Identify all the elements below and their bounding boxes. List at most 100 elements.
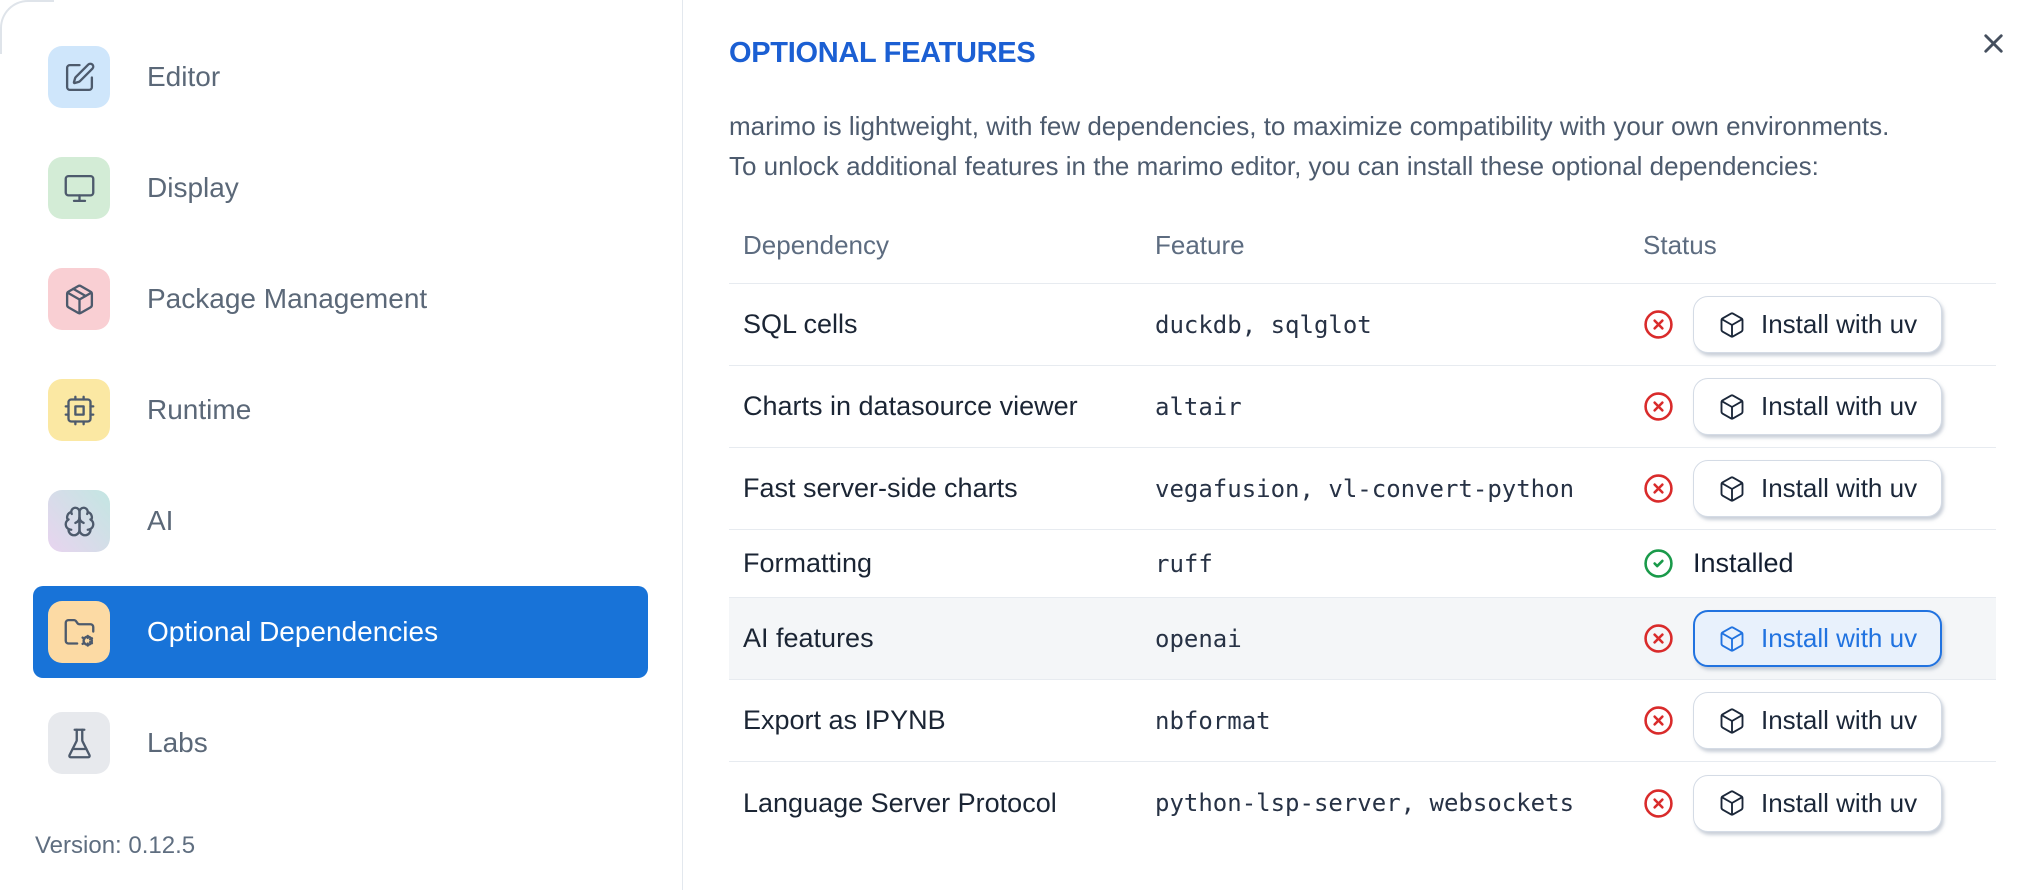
circle-x-icon bbox=[1644, 788, 1673, 818]
install-with-uv-button[interactable]: Install with uv bbox=[1693, 610, 1943, 667]
settings-sidebar: Editor Display Package Management Runtime AI… bbox=[0, 0, 683, 890]
feature-cell: ruff bbox=[1155, 549, 1213, 578]
sidebar-item-label: Editor bbox=[147, 61, 221, 92]
install-with-uv-button[interactable]: Install with uv bbox=[1693, 460, 1943, 517]
installed-label: Installed bbox=[1693, 548, 1794, 578]
install-with-uv-button[interactable]: Install with uv bbox=[1693, 378, 1943, 435]
install-button-label: Install with uv bbox=[1761, 309, 1918, 339]
header-feature: Feature bbox=[1155, 230, 1245, 260]
status-cell: Install with uv bbox=[1639, 610, 1996, 667]
sidebar-item-runtime[interactable]: Runtime bbox=[33, 364, 648, 456]
package-icon bbox=[65, 284, 93, 314]
table-header-row: Dependency Feature Status bbox=[729, 208, 1996, 284]
header-dependency: Dependency bbox=[743, 230, 889, 260]
monitor-icon-box bbox=[48, 157, 110, 219]
circle-x-icon bbox=[1644, 392, 1673, 421]
status-cell: Install with uv bbox=[1639, 378, 1996, 435]
sidebar-item-editor[interactable]: Editor bbox=[33, 31, 648, 123]
feature-cell: vegafusion, vl-convert-python bbox=[1155, 474, 1575, 503]
install-with-uv-button[interactable]: Install with uv bbox=[1693, 774, 1943, 832]
feature-cell: openai bbox=[1155, 624, 1242, 653]
box-icon bbox=[1720, 625, 1744, 652]
install-button-label: Install with uv bbox=[1761, 391, 1918, 421]
sidebar-item-labs[interactable]: Labs bbox=[33, 697, 648, 789]
table-row: Export as IPYNB nbformat Install with uv bbox=[729, 680, 1996, 762]
table-row: AI features openai Install with uv bbox=[729, 598, 1996, 680]
flask-icon bbox=[67, 728, 91, 758]
close-icon bbox=[1983, 34, 2003, 53]
status-cell: Installed bbox=[1639, 548, 1996, 579]
cpu-icon bbox=[64, 395, 94, 425]
install-button-label: Install with uv bbox=[1761, 787, 1918, 818]
flask-icon-box bbox=[48, 712, 110, 774]
sidebar-item-label: Optional Dependencies bbox=[147, 616, 439, 647]
description-line: To unlock additional features in the mar… bbox=[729, 151, 1819, 181]
monitor-icon bbox=[64, 174, 94, 202]
status-cell: Install with uv bbox=[1639, 460, 1996, 517]
square-pen-icon-box bbox=[48, 46, 110, 108]
sidebar-item-label: AI bbox=[147, 505, 174, 536]
sidebar-item-label: Labs bbox=[147, 727, 208, 758]
dependency-cell: Formatting bbox=[743, 548, 873, 578]
feature-cell: duckdb, sqlglot bbox=[1155, 310, 1372, 339]
dependency-cell: AI features bbox=[743, 623, 874, 653]
circle-x-icon bbox=[1644, 474, 1673, 503]
sidebar-item-ai[interactable]: AI bbox=[33, 475, 648, 567]
installed-status: Installed bbox=[1643, 548, 1794, 579]
dependency-cell: Language Server Protocol bbox=[743, 787, 1057, 818]
circle-x-icon bbox=[1644, 310, 1673, 339]
status-cell: Install with uv bbox=[1639, 296, 1996, 353]
package-icon-box bbox=[48, 268, 110, 330]
install-button-label: Install with uv bbox=[1761, 623, 1918, 653]
feature-cell: python-lsp-server, websockets bbox=[1155, 789, 1575, 817]
cpu-icon-box bbox=[48, 379, 110, 441]
sidebar-item-label: Package Management bbox=[147, 283, 428, 314]
sidebar-item-package-management[interactable]: Package Management bbox=[33, 253, 648, 345]
description-line: marimo is lightweight, with few dependen… bbox=[729, 111, 1890, 141]
dependency-cell: Charts in datasource viewer bbox=[743, 391, 1078, 421]
sidebar-item-label: Display bbox=[147, 172, 239, 203]
install-button-label: Install with uv bbox=[1761, 705, 1918, 735]
circle-x-icon bbox=[1644, 624, 1673, 653]
status-cell: Install with uv bbox=[1639, 774, 1996, 832]
square-pen-icon bbox=[65, 62, 94, 91]
dependency-cell: SQL cells bbox=[743, 309, 858, 339]
sidebar-nav: Editor Display Package Management Runtime AI… bbox=[0, 0, 682, 789]
circle-check-icon bbox=[1644, 549, 1673, 578]
feature-cell: altair bbox=[1155, 392, 1242, 421]
dependencies-table: Dependency Feature Status SQL cells duckd… bbox=[729, 208, 1996, 844]
sidebar-item-optional-dependencies[interactable]: Optional Dependencies bbox=[33, 586, 648, 678]
circle-x-icon bbox=[1644, 706, 1673, 735]
folder-cog-icon-box bbox=[48, 601, 110, 663]
box-icon bbox=[1720, 707, 1744, 734]
features-table-body: SQL cells duckdb, sqlglot Install with uv C… bbox=[729, 284, 1996, 844]
settings-dialog: Editor Display Package Management Runtime AI… bbox=[0, 0, 2042, 890]
install-with-uv-button[interactable]: Install with uv bbox=[1693, 296, 1943, 353]
page-description: marimo is lightweight, with few dependen… bbox=[729, 106, 1996, 186]
dependency-cell: Fast server-side charts bbox=[743, 473, 1018, 503]
install-button-label: Install with uv bbox=[1761, 473, 1918, 503]
table-row: Formatting ruff Installed bbox=[729, 530, 1996, 598]
brain-icon-box bbox=[48, 490, 110, 552]
sidebar-item-label: Runtime bbox=[147, 394, 252, 425]
box-icon bbox=[1720, 393, 1744, 420]
version-label: Version: 0.12.5 bbox=[35, 832, 196, 859]
header-status: Status bbox=[1643, 230, 1717, 260]
table-row: Language Server Protocol python-lsp-serve… bbox=[729, 762, 1996, 844]
brain-icon bbox=[64, 506, 94, 536]
box-icon bbox=[1720, 790, 1744, 816]
table-row: Charts in datasource viewer altair Install… bbox=[729, 366, 1996, 448]
dependency-cell: Export as IPYNB bbox=[743, 705, 946, 735]
optional-features-panel: OPTIONAL FEATURES marimo is lightweight,… bbox=[684, 0, 2042, 890]
close-button[interactable] bbox=[1975, 27, 2011, 63]
table-row: Fast server-side charts vegafusion, vl-co… bbox=[729, 448, 1996, 530]
page-title: OPTIONAL FEATURES bbox=[729, 37, 1036, 69]
box-icon bbox=[1720, 311, 1744, 338]
install-with-uv-button[interactable]: Install with uv bbox=[1693, 692, 1943, 749]
folder-cog-icon bbox=[64, 618, 94, 647]
box-icon bbox=[1720, 475, 1744, 502]
sidebar-item-display[interactable]: Display bbox=[33, 142, 648, 234]
status-cell: Install with uv bbox=[1639, 692, 1996, 749]
feature-cell: nbformat bbox=[1155, 706, 1271, 735]
table-row: SQL cells duckdb, sqlglot Install with uv bbox=[729, 284, 1996, 366]
